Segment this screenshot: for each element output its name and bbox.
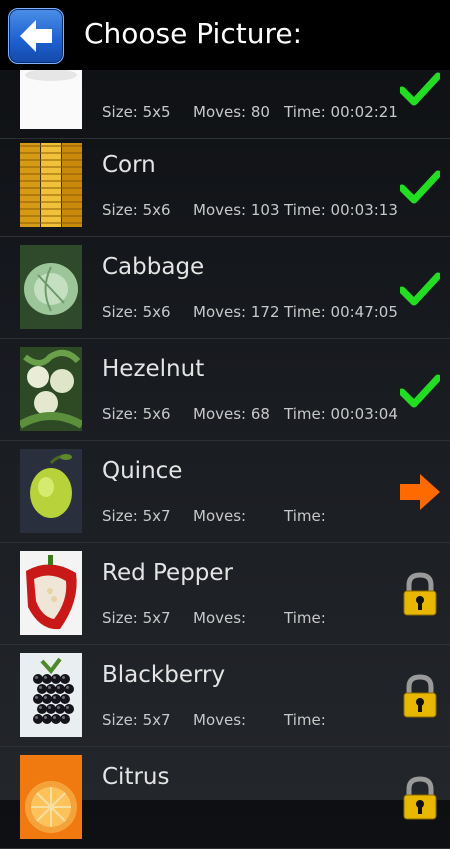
picture-row[interactable]: Hezelnut Size: 5x6 Moves: 68 Time: 00:03:04 [0,338,450,441]
padlock-icon [400,572,440,616]
picture-time: Time: [284,609,326,627]
back-arrow-icon [20,20,52,52]
picture-moves: Moves: 80 [193,103,270,121]
picture-thumbnail-quince [20,449,82,533]
picture-size: Size: 5x7 [102,711,171,729]
picture-thumbnail-blackberry [20,653,82,737]
picture-size: Size: 5x6 [102,201,171,219]
picture-moves: Moves: 68 [193,405,270,423]
padlock-icon [400,674,440,718]
picture-row[interactable]: Blackberry Size: 5x7 Moves: Time: [0,644,450,747]
picture-row[interactable]: Red Pepper Size: 5x7 Moves: Time: [0,542,450,645]
picture-thumbnail-hazelnut [20,347,82,431]
picture-thumbnail-corn [20,143,82,227]
picture-row[interactable]: Citrus [0,746,450,849]
page-title: Choose Picture: [84,17,302,50]
picture-thumbnail-citrus [20,755,82,839]
padlock-icon [400,776,440,820]
checkmark-icon [398,164,442,208]
checkmark-icon [398,266,442,310]
picture-time: Time: 00:03:13 [284,201,398,219]
picture-size: Size: 5x7 [102,507,171,525]
picture-moves: Moves: 172 [193,303,280,321]
picture-name: Hezelnut [102,356,205,382]
picture-name: Citrus [102,764,170,790]
picture-thumbnail-pepper [20,551,82,635]
picture-row[interactable]: Quince Size: 5x7 Moves: Time: [0,440,450,543]
checkmark-icon [398,66,442,110]
play-arrow-icon [400,470,440,514]
picture-size: Size: 5x6 [102,405,171,423]
picture-time: Time: 00:02:21 [284,103,398,121]
back-button[interactable] [8,8,64,64]
picture-name: Blackberry [102,662,226,688]
picture-size: Size: 5x6 [102,303,171,321]
picture-row[interactable]: Corn Size: 5x6 Moves: 103 Time: 00:03:13 [0,134,450,237]
picture-name: Cabbage [102,254,205,280]
picture-time: Time: [284,507,326,525]
picture-size: Size: 5x5 [102,103,171,121]
picture-thumbnail-cabbage [20,245,82,329]
picture-moves: Moves: [193,609,247,627]
picture-size: Size: 5x7 [102,609,171,627]
picture-moves: Moves: [193,507,247,525]
picture-time: Time: 00:47:05 [284,303,398,321]
picture-name: Corn [102,152,156,178]
picture-moves: Moves: 103 [193,201,280,219]
picture-moves: Moves: [193,711,247,729]
picture-time: Time: 00:03:04 [284,405,398,423]
checkmark-icon [398,368,442,412]
picture-time: Time: [284,711,326,729]
picture-name: Quince [102,458,183,484]
header-bar: Choose Picture: [0,0,450,70]
picture-row[interactable]: Cabbage Size: 5x6 Moves: 172 Time: 00:47:05 [0,236,450,339]
picture-name: Red Pepper [102,560,234,586]
